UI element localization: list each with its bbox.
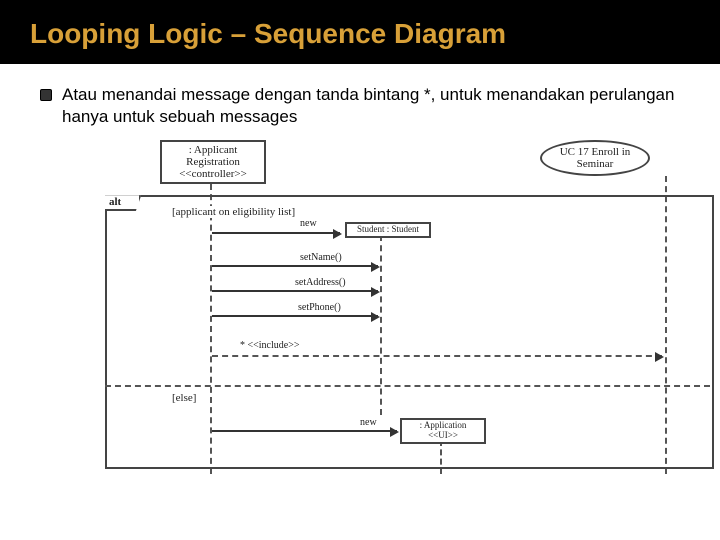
message-label-new2: new: [360, 417, 377, 428]
bullet-item: Atau menandai message dengan tanda binta…: [40, 84, 680, 128]
message-include: [212, 355, 662, 357]
object-student: Student : Student: [345, 222, 431, 238]
object-stereotype: <<controller>>: [168, 168, 258, 180]
message-label-setaddress: setAddress(): [295, 277, 346, 288]
message-label-new1: new: [300, 218, 317, 229]
message-setaddress: [212, 290, 378, 292]
alt-divider: [105, 385, 710, 387]
guard-condition-2: [else]: [170, 392, 198, 404]
slide-header: Looping Logic – Sequence Diagram: [0, 0, 720, 64]
alt-operator-label: alt: [105, 195, 141, 211]
actor-uc17: UC 17 Enroll in Seminar: [540, 140, 650, 176]
object-applicant-registration: : Applicant Registration <<controller>>: [160, 140, 266, 184]
object-student-label: Student : Student: [349, 225, 427, 235]
content-area: Atau menandai message dengan tanda binta…: [0, 64, 720, 490]
message-new-student: [212, 232, 340, 234]
object-application-label: : Application <<UI>>: [404, 421, 482, 441]
object-label: : Applicant Registration: [168, 144, 258, 168]
message-label-include: * <<include>>: [240, 340, 300, 351]
slide-title: Looping Logic – Sequence Diagram: [30, 18, 690, 50]
guard-condition-1: [applicant on eligibility list]: [170, 206, 297, 218]
message-label-setphone: setPhone(): [298, 302, 341, 313]
actor-label: UC 17 Enroll in Seminar: [550, 146, 640, 170]
bullet-text: Atau menandai message dengan tanda binta…: [62, 84, 680, 128]
object-application: : Application <<UI>>: [400, 418, 486, 444]
message-setname: [212, 265, 378, 267]
sequence-diagram: : Applicant Registration <<controller>> …: [100, 140, 660, 480]
message-label-setname: setName(): [300, 252, 342, 263]
message-new-application: [212, 430, 397, 432]
bullet-icon: [40, 89, 52, 101]
message-setphone: [212, 315, 378, 317]
